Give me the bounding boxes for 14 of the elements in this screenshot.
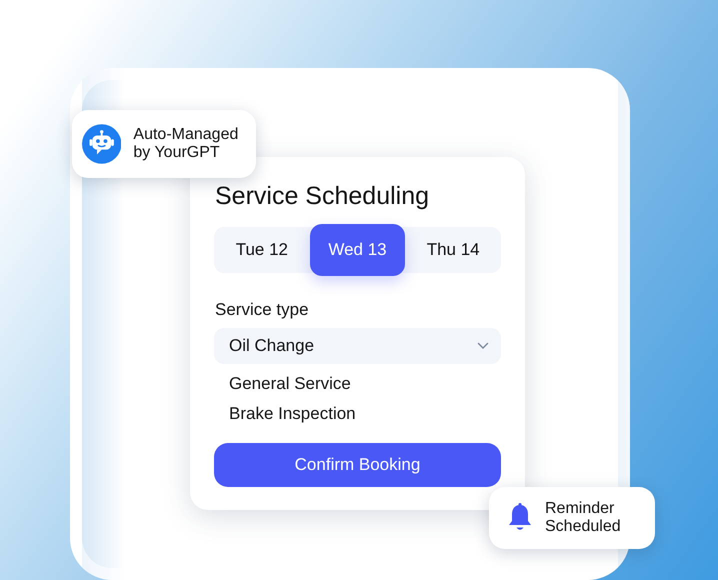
card-title: Service Scheduling	[215, 181, 430, 211]
service-type-select[interactable]: Oil Change	[214, 328, 501, 364]
robot-icon	[82, 123, 122, 165]
badge-text: Auto-Managed by YourGPT	[133, 126, 240, 162]
confirm-button[interactable]: Confirm Booking	[214, 442, 501, 486]
dropdown-option[interactable]: General Service	[229, 368, 501, 398]
date-tab[interactable]: Wed 13	[310, 224, 406, 276]
field-label: Service type	[215, 299, 310, 321]
select-value: Oil Change	[229, 334, 314, 357]
dropdown-option[interactable]: Brake Inspection	[229, 398, 501, 428]
badge-text: Reminder Scheduled	[545, 500, 622, 536]
chevron-down-icon	[477, 342, 489, 350]
date-tab[interactable]: Tue 12	[214, 227, 310, 273]
date-tab[interactable]: Thu 14	[405, 227, 502, 273]
